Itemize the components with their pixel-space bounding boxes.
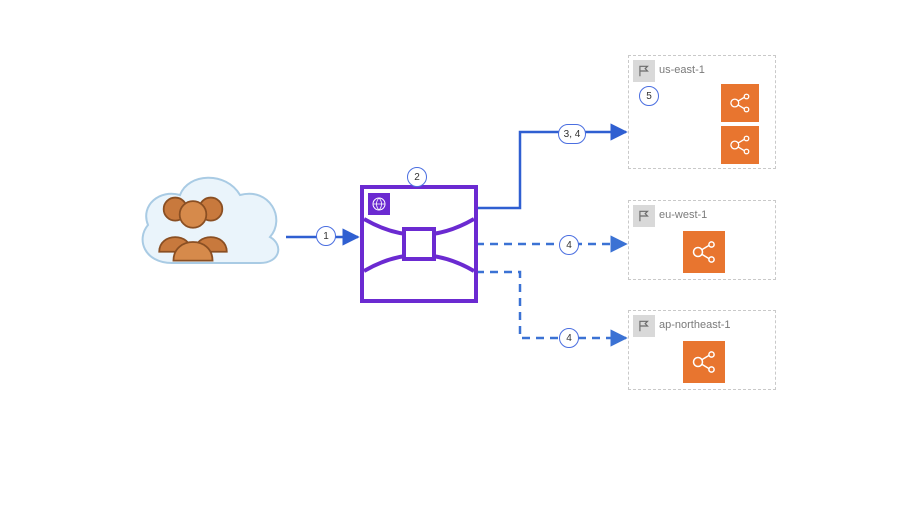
step-badge-4: 4 <box>559 235 579 255</box>
arrow-cloudfront-to-region3 <box>476 272 626 338</box>
step-badge-5: 5 <box>639 86 659 106</box>
region-label: us-east-1 <box>659 64 705 76</box>
load-balancer-icon <box>683 231 725 273</box>
load-balancer-icon <box>721 126 759 164</box>
region-box-eu-west-1: eu-west-1 <box>628 200 776 280</box>
step-badge-2: 2 <box>407 167 427 187</box>
region-flag-icon <box>633 60 655 82</box>
region-label: eu-west-1 <box>659 209 707 221</box>
load-balancer-icon <box>721 84 759 122</box>
architecture-diagram: us-east-1 eu-west-1 <box>0 0 900 514</box>
region-label: ap-northeast-1 <box>659 319 731 331</box>
cloudfront-globe-icon <box>368 193 390 215</box>
region-flag-icon <box>633 315 655 337</box>
step-badge-3-4: 3, 4 <box>558 124 586 144</box>
arrow-cloudfront-to-region1 <box>476 132 626 208</box>
region-box-ap-northeast-1: ap-northeast-1 <box>628 310 776 390</box>
region-flag-icon <box>633 205 655 227</box>
step-badge-4: 4 <box>559 328 579 348</box>
users-icon <box>148 186 238 266</box>
load-balancer-icon <box>683 341 725 383</box>
step-badge-1: 1 <box>316 226 336 246</box>
region-box-us-east-1: us-east-1 <box>628 55 776 169</box>
